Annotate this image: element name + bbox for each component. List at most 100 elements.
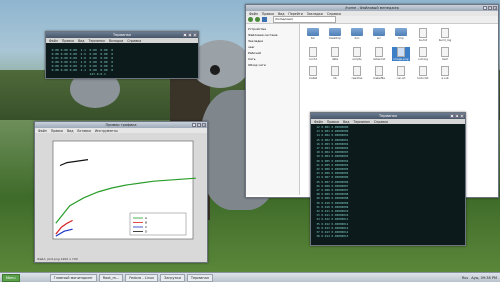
menu-view[interactable]: Вид <box>67 129 73 133</box>
system-tray: Rus Ауы, 09:38 PM <box>462 276 497 280</box>
menu-help[interactable]: Справка <box>127 39 141 43</box>
file-item[interactable]: scripts <box>348 47 366 61</box>
file-icon <box>331 66 339 76</box>
maximize-icon[interactable]: □ <box>455 114 459 118</box>
item-label: tmp <box>398 36 404 40</box>
menu-tabs[interactable]: Вкладки <box>109 39 123 43</box>
home-icon[interactable] <box>262 17 267 22</box>
taskbar-item[interactable]: Терминал <box>186 273 213 282</box>
minimize-icon[interactable]: _ <box>483 6 487 10</box>
menu-edit[interactable]: Правка <box>51 129 63 133</box>
menu-edit[interactable]: Правка <box>262 12 274 16</box>
terminal-title: Терминал <box>378 114 398 118</box>
file-item-selected[interactable]: image.png <box>392 47 410 61</box>
file-icon <box>375 47 383 57</box>
folder-item[interactable]: tmp <box>392 28 410 42</box>
file-row: conf.d data scripts notes.txt image.png … <box>304 47 494 61</box>
terminal-output[interactable]: 0.00 0.00 0.00 1.1 0.00 0.00 0 0.00 0.00… <box>46 43 198 78</box>
taskbar-item[interactable]: Загрузки <box>160 273 185 282</box>
terminal-line: 127.0.0.1 <box>48 72 106 76</box>
minimize-icon[interactable]: _ <box>183 33 187 37</box>
plot-window[interactable]: Пример графика _ □ × Файл Правка Вид Встав… <box>34 121 208 263</box>
file-item[interactable]: makefile <box>370 66 388 80</box>
file-icon <box>441 47 449 57</box>
close-icon[interactable]: × <box>460 114 464 118</box>
menu-view[interactable]: Вид <box>278 12 284 16</box>
file-item[interactable]: bu.txt <box>414 28 432 42</box>
item-label: todo.txt <box>417 76 429 80</box>
terminal-window-top[interactable]: Терминал _ □ × Файл Правка Вид Терминал Вк… <box>45 31 199 79</box>
file-icon <box>419 66 427 76</box>
menu-help[interactable]: Справка <box>374 120 388 124</box>
menu-view[interactable]: Вид <box>343 120 349 124</box>
menu-help[interactable]: Справка <box>327 12 341 16</box>
maximize-icon[interactable]: □ <box>188 33 192 37</box>
clock[interactable]: Ауы, 09:38 PM <box>471 276 497 280</box>
terminal-titlebar[interactable]: Терминал _ □ × <box>46 32 198 38</box>
file-item[interactable]: build_log <box>436 28 454 42</box>
menu-edit[interactable]: Правка <box>62 39 74 43</box>
menu-go[interactable]: Перейти <box>288 12 302 16</box>
maximize-icon[interactable]: □ <box>197 123 201 127</box>
close-icon[interactable]: × <box>193 33 197 37</box>
file-item[interactable]: run.sh <box>392 66 410 80</box>
file-item[interactable]: notes.txt <box>370 47 388 61</box>
close-icon[interactable]: × <box>202 123 206 127</box>
file-item[interactable]: readme <box>348 66 366 80</box>
file-item[interactable]: data <box>326 47 344 61</box>
menu-terminal[interactable]: Терминал <box>353 120 369 124</box>
menu-terminal[interactable]: Терминал <box>88 39 104 43</box>
taskbar-item-label: Root_m... <box>102 275 120 280</box>
plot-canvas: ABCD <box>52 140 196 240</box>
file-item[interactable]: test <box>436 47 454 61</box>
item-label: scripts <box>352 57 362 61</box>
menu-view[interactable]: Вид <box>78 39 84 43</box>
terminal-title: Терминал <box>112 33 132 37</box>
file-manager-titlebar[interactable]: /home - Файловый менеджер _ □ × <box>246 5 498 11</box>
start-menu-button[interactable]: Menu <box>2 273 20 282</box>
legend-label: B <box>145 221 147 225</box>
file-item[interactable]: conf.d <box>304 47 322 61</box>
forward-icon[interactable] <box>255 17 260 22</box>
address-bar[interactable]: /home/user/ <box>273 16 336 23</box>
file-icon <box>441 28 449 38</box>
taskbar-item[interactable]: Root_m... <box>98 273 124 282</box>
terminal-line: 38 0.014 0.00000013 <box>313 234 349 239</box>
taskbar-item[interactable]: Fedora - Linux <box>125 273 159 282</box>
maximize-icon[interactable]: □ <box>488 6 492 10</box>
start-menu-label: Menu <box>6 275 16 280</box>
minimize-icon[interactable]: _ <box>192 123 196 127</box>
close-icon[interactable]: × <box>493 6 497 10</box>
item-label: build_log <box>438 38 452 42</box>
folder-item[interactable]: doc <box>348 28 366 42</box>
menu-tools[interactable]: Инструменты <box>95 129 118 133</box>
sidebar-item-browse-network[interactable]: Обзор сети <box>248 62 297 68</box>
plot-titlebar[interactable]: Пример графика _ □ × <box>35 122 207 128</box>
menu-file[interactable]: Файл <box>314 120 323 124</box>
terminal-output[interactable]: 12 0.001 0.00000000 13 0.001 0.00000000 … <box>311 124 465 240</box>
item-label: out.log <box>418 57 428 61</box>
menu-file[interactable]: Файл <box>249 12 258 16</box>
folder-item[interactable]: bin <box>304 28 322 42</box>
keyboard-layout[interactable]: Rus <box>462 276 468 280</box>
file-item[interactable]: out.log <box>414 47 432 61</box>
file-item[interactable]: install <box>304 66 322 80</box>
file-manager-sidebar: Устройства Файловая система Закладки use… <box>246 24 300 195</box>
menu-bookmarks[interactable]: Закладки <box>307 12 323 16</box>
menu-file[interactable]: Файл <box>49 39 58 43</box>
menu-file[interactable]: Файл <box>38 129 47 133</box>
terminal-titlebar[interactable]: Терминал _ □ × <box>311 113 465 119</box>
file-item[interactable]: lib <box>326 66 344 80</box>
terminal-window-bottom[interactable]: Терминал _ □ × Файл Правка Вид Терминал Сп… <box>310 112 466 246</box>
file-item[interactable]: a.out <box>436 66 454 80</box>
folder-item[interactable]: src <box>370 28 388 42</box>
menu-insert[interactable]: Вставка <box>77 129 91 133</box>
taskbar-item[interactable]: Главный мониторинг <box>49 273 97 282</box>
file-item[interactable]: todo.txt <box>414 66 432 80</box>
minimize-icon[interactable]: _ <box>450 114 454 118</box>
file-row: install lib readme makefile run.sh todo.… <box>304 66 494 80</box>
back-icon[interactable] <box>248 17 253 22</box>
menu-edit[interactable]: Правка <box>327 120 339 124</box>
folder-item[interactable]: Desktop <box>326 28 344 42</box>
item-label: conf.d <box>308 57 318 61</box>
